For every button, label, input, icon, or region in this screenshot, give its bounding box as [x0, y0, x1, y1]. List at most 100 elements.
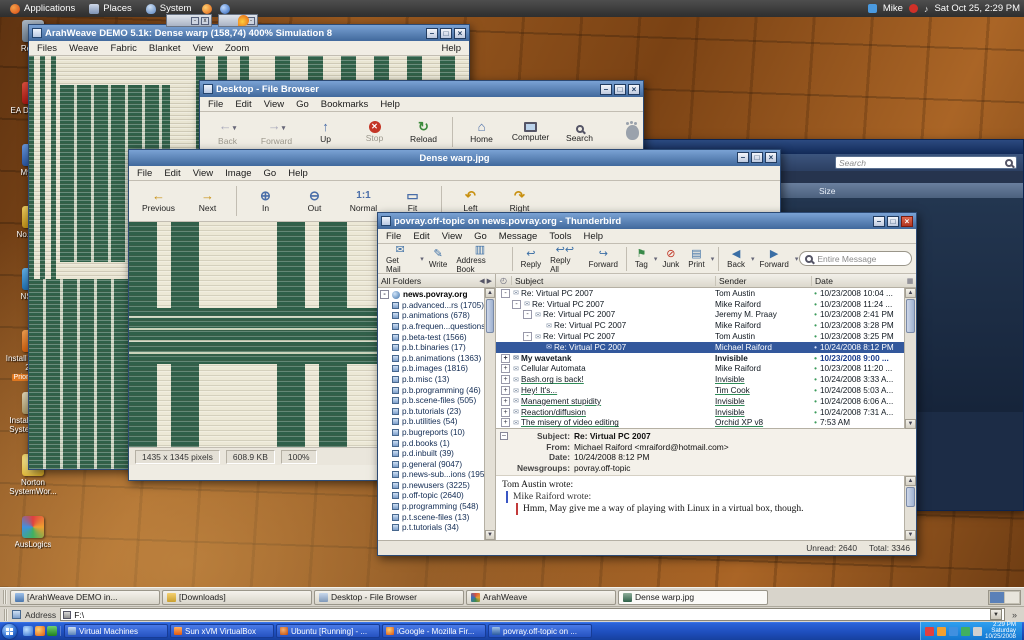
- menu-item[interactable]: Zoom: [219, 43, 255, 54]
- folder-item[interactable]: p.news-sub...ions (195): [378, 470, 484, 481]
- minimize-button[interactable]: –: [737, 152, 749, 163]
- tray-icon[interactable]: [949, 627, 958, 636]
- message-row[interactable]: + Management stupidity Invisible 10/24/2…: [496, 396, 904, 407]
- minimize-button[interactable]: –: [873, 216, 885, 227]
- thread-twisty-icon[interactable]: +: [501, 418, 510, 427]
- zoom-out-button[interactable]: ⊖ Out: [291, 183, 338, 219]
- menu-item[interactable]: Go: [468, 231, 493, 242]
- menu-item[interactable]: Go: [258, 168, 283, 179]
- tray-icon[interactable]: [961, 627, 970, 636]
- maximize-button[interactable]: □: [751, 152, 763, 163]
- window-list-button[interactable]: Desktop - File Browser: [314, 590, 464, 605]
- minimize-button[interactable]: –: [600, 84, 612, 95]
- tray-icon[interactable]: [937, 627, 946, 636]
- folder-item[interactable]: p.b.images (1816): [378, 364, 484, 375]
- dropdown-arrow-icon[interactable]: ▾: [654, 255, 658, 263]
- message-row[interactable]: Re: Virtual PC 2007 Mike Raiford 10/23/2…: [496, 320, 904, 331]
- menu-item[interactable]: File: [131, 168, 158, 179]
- dropdown-arrow-icon[interactable]: ▾: [711, 255, 715, 263]
- folder-item[interactable]: p.b.misc (13): [378, 374, 484, 385]
- column-picker-icon[interactable]: ▦: [904, 277, 916, 285]
- window-list-button[interactable]: Dense warp.jpg: [618, 590, 768, 605]
- thunderbird-titlebar[interactable]: povray.off-topic on news.povray.org - Th…: [378, 213, 916, 229]
- firefox-launcher-icon[interactable]: [202, 4, 212, 14]
- workspace-cell[interactable]: [990, 592, 1004, 603]
- menu-item[interactable]: View: [436, 231, 468, 242]
- image-viewer-titlebar[interactable]: Dense warp.jpg – □ ×: [129, 150, 780, 166]
- column-header-size[interactable]: Size: [819, 186, 836, 196]
- folder-item[interactable]: p.a.frequen...questions: [378, 321, 484, 332]
- quick-launch-icon[interactable]: [35, 626, 45, 636]
- desktop-icon[interactable]: AusLogics: [2, 516, 64, 574]
- folder-item[interactable]: p.d.inbuilt (39): [378, 448, 484, 459]
- taskbar-button[interactable]: iGoogle - Mozilla Fir...: [382, 624, 486, 638]
- volume-icon[interactable]: ♪: [924, 4, 929, 14]
- search-button[interactable]: Search: [556, 114, 603, 150]
- message-body-scrollbar[interactable]: ▲ ▼: [904, 476, 916, 540]
- folder-item[interactable]: p.t.tutorials (34): [378, 522, 484, 533]
- folder-item[interactable]: p.animations (678): [378, 311, 484, 322]
- folder-item[interactable]: p.newusers (3225): [378, 480, 484, 491]
- notification-flame-icon[interactable]: [238, 15, 249, 26]
- taskbar-button[interactable]: povray.off-topic on ...: [488, 624, 592, 638]
- scroll-down-icon[interactable]: ▼: [905, 419, 916, 429]
- close-button[interactable]: ×: [765, 152, 777, 163]
- folder-item[interactable]: p.advanced...rs (1705): [378, 300, 484, 311]
- account-row[interactable]: - news.povray.org: [378, 289, 484, 300]
- thread-twisty-icon[interactable]: -: [523, 310, 532, 319]
- explorer-search-input[interactable]: Search: [835, 156, 1017, 169]
- menu-item[interactable]: File: [380, 231, 407, 242]
- toolbar-chevron-icon[interactable]: »: [1009, 610, 1020, 620]
- menu-item[interactable]: Files: [31, 43, 63, 54]
- scroll-down-icon[interactable]: ▼: [485, 530, 495, 540]
- read-indicator-icon[interactable]: [811, 321, 820, 330]
- reload-button[interactable]: ↻ Reload: [400, 114, 447, 150]
- maximize-button[interactable]: □: [614, 84, 626, 95]
- forward-button[interactable]: →▾ Forward: [253, 114, 300, 150]
- address-input[interactable]: F:\ ▼: [60, 608, 1005, 621]
- panel-handle[interactable]: [3, 590, 7, 604]
- thread-twisty-icon[interactable]: -: [512, 300, 521, 309]
- tray-icon[interactable]: [925, 627, 934, 636]
- menu-item[interactable]: File: [202, 99, 229, 110]
- tray-icon[interactable]: [973, 627, 982, 636]
- menu-item[interactable]: Image: [219, 168, 257, 179]
- thread-column-icon[interactable]: ◴: [496, 276, 512, 285]
- folder-item[interactable]: p.b.programming (46): [378, 385, 484, 396]
- menu-item[interactable]: Fabric: [104, 43, 142, 54]
- arahweave-titlebar[interactable]: ArahWeave DEMO 5.1k: Dense warp (158,74)…: [29, 25, 469, 41]
- thread-twisty-icon[interactable]: +: [501, 408, 510, 417]
- panel-menu[interactable]: Applications: [4, 0, 81, 17]
- message-list-scrollbar[interactable]: ▲ ▼: [904, 288, 916, 429]
- message-row[interactable]: + The misery of video editing Orchid XP …: [496, 418, 904, 429]
- up-button[interactable]: ↑ Up: [302, 114, 349, 150]
- window-list-button[interactable]: ArahWeave: [466, 590, 616, 605]
- notification-tray-icon[interactable]: [909, 4, 918, 13]
- folder-item[interactable]: p.b.t.binaries (17): [378, 342, 484, 353]
- dropdown-arrow-icon[interactable]: ▾: [751, 255, 755, 263]
- read-indicator-icon[interactable]: [811, 386, 820, 395]
- menu-item[interactable]: Bookmarks: [315, 99, 375, 110]
- zoom-in-button[interactable]: ⊕ In: [242, 183, 289, 219]
- folder-scrollbar[interactable]: ▲ ▼: [484, 288, 495, 540]
- folder-item[interactable]: p.b.utilities (54): [378, 417, 484, 428]
- read-indicator-icon[interactable]: [811, 354, 820, 363]
- column-header-sender[interactable]: Sender: [716, 276, 812, 286]
- read-indicator-icon[interactable]: [811, 375, 820, 384]
- dropdown-arrow-icon[interactable]: ▾: [795, 255, 799, 263]
- panel-clock[interactable]: Sat Oct 25, 2:29 PM: [934, 3, 1020, 14]
- menu-item[interactable]: View: [258, 99, 290, 110]
- message-row[interactable]: - Re: Virtual PC 2007 Tom Austin 10/23/2…: [496, 331, 904, 342]
- menu-item[interactable]: Message: [493, 231, 544, 242]
- message-row[interactable]: + Reaction/diffusion Invisible 10/24/200…: [496, 407, 904, 418]
- read-indicator-icon[interactable]: [811, 300, 820, 309]
- folder-item[interactable]: p.off-topic (2640): [378, 491, 484, 502]
- menu-item[interactable]: Edit: [229, 99, 257, 110]
- window-list-button[interactable]: [Downloads]: [162, 590, 312, 605]
- message-row[interactable]: - Re: Virtual PC 2007 Mike Raiford 10/23…: [496, 299, 904, 310]
- menu-item[interactable]: Help: [282, 168, 314, 179]
- maximize-button[interactable]: □: [440, 28, 452, 39]
- menu-item[interactable]: View: [187, 43, 219, 54]
- scrollbar-thumb[interactable]: [906, 487, 915, 507]
- menu-item[interactable]: Weave: [63, 43, 104, 54]
